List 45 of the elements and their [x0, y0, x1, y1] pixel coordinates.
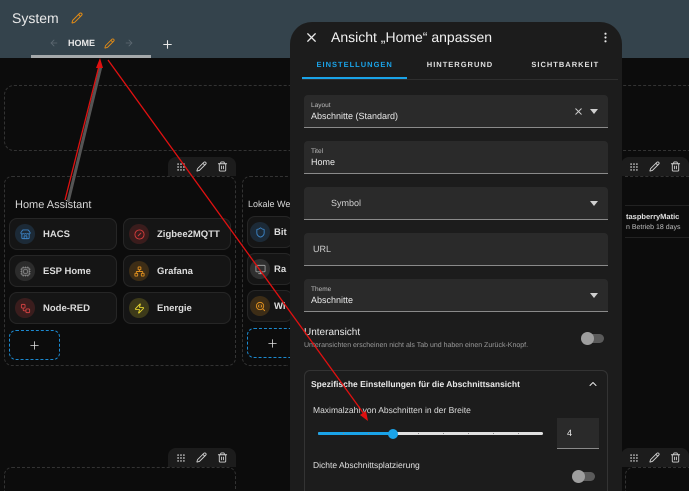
- edit-icon[interactable]: [649, 452, 660, 463]
- input-field[interactable]: URL: [304, 233, 608, 266]
- app-tile[interactable]: Energie: [123, 292, 231, 324]
- app-tile[interactable]: Bit: [247, 216, 293, 248]
- app-tile[interactable]: Ra: [247, 253, 293, 285]
- app-tile[interactable]: Node-RED: [9, 292, 117, 324]
- toggle-switch[interactable]: [582, 334, 604, 342]
- plus-icon: [28, 338, 41, 352]
- trash-icon[interactable]: [670, 452, 681, 463]
- field-placeholder: URL: [313, 244, 332, 254]
- plus-icon: [266, 336, 279, 350]
- section-title: Lokale We: [248, 199, 290, 209]
- trash-icon[interactable]: [217, 161, 228, 172]
- dashboard-title: System: [12, 10, 59, 26]
- add-card-button[interactable]: [9, 330, 60, 360]
- dropdown-caret-icon[interactable]: [590, 292, 598, 298]
- drag-handle-icon[interactable]: [176, 162, 186, 172]
- slider-thumb[interactable]: [388, 428, 398, 438]
- dropdown-caret-icon[interactable]: [590, 108, 598, 114]
- input-field[interactable]: Symbol: [304, 187, 608, 220]
- dropdown-caret-icon[interactable]: [590, 200, 598, 206]
- field-value: Abschnitte: [311, 294, 354, 304]
- number-field[interactable]: 4: [557, 418, 599, 449]
- app-tile[interactable]: Wi: [247, 290, 293, 322]
- field-value: Home: [311, 156, 336, 166]
- trash-icon[interactable]: [670, 161, 681, 172]
- setting-title: Dichte Abschnittsplatzierung: [313, 460, 420, 470]
- field-placeholder: Symbol: [331, 198, 362, 208]
- edit-icon[interactable]: [196, 452, 207, 463]
- trash-icon[interactable]: [217, 452, 228, 463]
- app-tile[interactable]: ESP Home: [9, 255, 117, 287]
- add-view-icon[interactable]: [161, 38, 174, 51]
- edit-icon[interactable]: [649, 161, 660, 172]
- field-value: Abschnitte (Standard): [311, 110, 400, 120]
- dialog-title: Ansicht „Home“ anpassen: [331, 29, 494, 45]
- app-tile[interactable]: Grafana: [123, 255, 231, 287]
- drag-handle-icon[interactable]: [629, 452, 639, 462]
- clear-icon[interactable]: [573, 106, 584, 116]
- section-title: Home Assistant: [15, 199, 92, 211]
- toggle-switch[interactable]: [573, 472, 595, 481]
- drag-handle-icon[interactable]: [176, 452, 186, 462]
- drag-handle-icon[interactable]: [629, 162, 639, 172]
- app-tile[interactable]: HACS: [9, 218, 117, 250]
- app-tile[interactable]: Zigbee2MQTT: [123, 218, 231, 250]
- edit-icon[interactable]: [196, 161, 207, 172]
